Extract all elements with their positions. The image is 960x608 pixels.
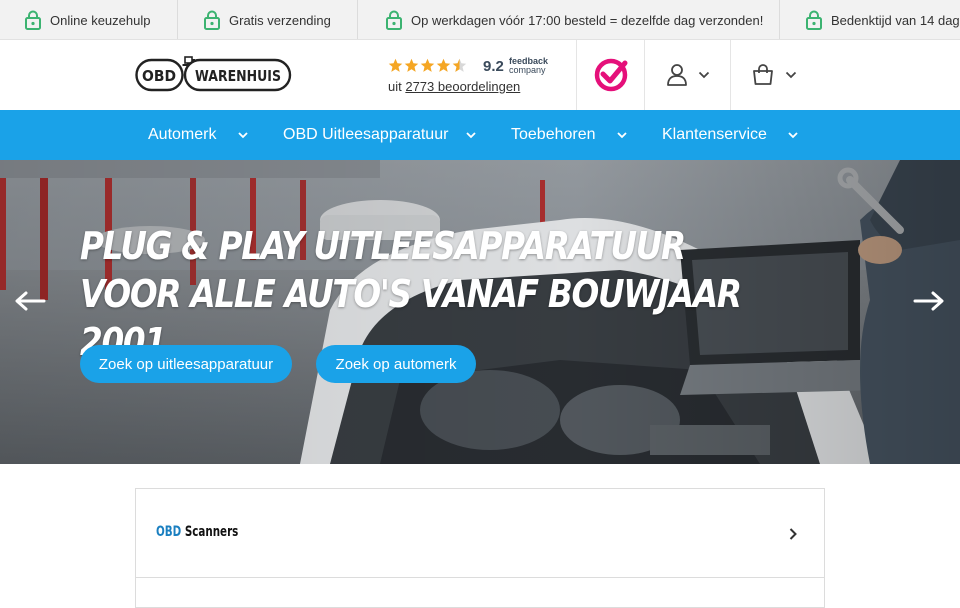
star-rating — [388, 58, 467, 73]
feedback-company-logo: feedback company — [509, 57, 548, 75]
usp-item-gratis-verzending: Gratis verzending — [178, 0, 358, 39]
nav-item-obd-uitleesapparatuur[interactable]: OBD Uitleesapparatuur — [283, 110, 478, 160]
lock-icon — [25, 10, 41, 30]
usp-label: Bedenktijd van 14 dagen — [831, 12, 960, 28]
star-icon — [436, 58, 451, 72]
nav-item-automerk[interactable]: Automerk — [148, 110, 250, 160]
nav-item-toebehoren[interactable]: Toebehoren — [511, 110, 629, 160]
category-prefix: OBD — [156, 524, 182, 540]
checkmark-badge-icon — [594, 58, 627, 92]
arrow-left-icon[interactable] — [14, 290, 46, 312]
logo-text-warenhuis: WARENHUIS — [195, 67, 281, 85]
usp-label: Op werkdagen vóór 17:00 besteld = dezelf… — [411, 12, 764, 28]
nav-label: Klantenservice — [662, 126, 767, 143]
chevron-down-icon — [785, 71, 796, 79]
reviews-link[interactable]: 2773 beoordelingen — [405, 79, 520, 94]
chevron-down-icon — [617, 132, 627, 139]
rating-widget[interactable]: 9.2 feedback company uit 2773 beoordelin… — [388, 55, 558, 97]
cart-icon — [752, 64, 773, 85]
reviews-count: uit 2773 beoordelingen — [388, 79, 520, 94]
site-header: OBD WARENHUIS 9.2 feedback company uit 2… — [0, 40, 960, 110]
account-menu[interactable] — [644, 40, 730, 110]
user-icon — [666, 64, 687, 86]
category-item-obd-scanners[interactable]: OBD Scanners — [136, 489, 824, 578]
lock-icon — [386, 10, 402, 30]
main-nav: Automerk OBD Uitleesapparatuur Toebehore… — [0, 110, 960, 160]
cart-menu[interactable] — [730, 40, 816, 110]
search-by-brand-button[interactable]: Zoek op automerk — [316, 345, 476, 383]
chevron-down-icon — [238, 132, 248, 139]
usp-item-online-keuzehulp[interactable]: Online keuzehulp — [0, 0, 178, 39]
nav-item-klantenservice[interactable]: Klantenservice — [662, 110, 800, 160]
nav-label: Toebehoren — [511, 126, 596, 143]
star-icon — [404, 58, 419, 72]
usp-label: Gratis verzending — [229, 12, 331, 28]
star-icon — [420, 58, 435, 72]
chevron-right-icon — [789, 528, 797, 540]
category-list: OBD Scanners — [135, 488, 825, 608]
star-icon — [388, 58, 403, 72]
usp-bar: Online keuzehulp Gratis verzending Op we… — [0, 0, 960, 40]
usp-item-bedenktijd: Bedenktijd van 14 dagen — [780, 0, 960, 39]
category-label: Scanners — [181, 524, 239, 540]
rating-score: 9.2 — [483, 58, 504, 75]
nav-label: Automerk — [148, 126, 217, 143]
nav-label: OBD Uitleesapparatuur — [283, 126, 449, 143]
reviews-prefix: uit — [388, 79, 406, 94]
star-half-icon — [452, 58, 467, 72]
lock-icon — [806, 10, 822, 30]
arrow-right-icon[interactable] — [913, 290, 945, 312]
quality-mark[interactable] — [576, 40, 644, 110]
chevron-down-icon — [788, 132, 798, 139]
chevron-down-icon — [466, 132, 476, 139]
category-title: OBD Scanners — [156, 524, 238, 540]
search-by-device-button[interactable]: Zoek op uitleesapparatuur — [80, 345, 292, 383]
feedback-company-line2: company — [509, 65, 546, 75]
obd-warenhuis-logo[interactable]: OBD WARENHUIS — [135, 56, 293, 94]
hero-banner: Plug & play uitleesapparatuur voor alle … — [0, 160, 960, 464]
lock-icon — [204, 10, 220, 30]
chevron-down-icon — [698, 71, 709, 79]
usp-item-same-day-shipping: Op werkdagen vóór 17:00 besteld = dezelf… — [358, 0, 780, 39]
logo-text-obd: OBD — [142, 67, 176, 85]
usp-label: Online keuzehulp — [50, 12, 151, 28]
